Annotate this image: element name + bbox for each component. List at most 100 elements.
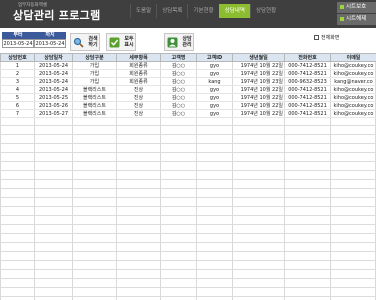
table-cell[interactable]: 000-7412-8521 (284, 69, 331, 78)
table-cell[interactable]: 3 (0, 77, 35, 86)
column-header[interactable]: 상담일자 (34, 53, 73, 62)
search-button[interactable]: 검색 하기 (70, 33, 100, 51)
nav-item-help[interactable]: 도움말 (130, 4, 156, 18)
table-cell[interactable]: 가입 (72, 69, 117, 78)
table-cell[interactable]: 김○○ (160, 61, 197, 70)
table-cell[interactable]: 진상 (116, 85, 161, 94)
consult-manage-button-label: 상담 관리 (182, 36, 192, 48)
table-cell[interactable]: 2 (0, 69, 35, 78)
table-cell[interactable]: kiho@coukey.co (330, 93, 376, 102)
table-cell[interactable]: 2013-05-26 (34, 101, 73, 110)
table-cell[interactable]: kiho@coukey.co (330, 85, 376, 94)
fullscreen-toggle[interactable]: 전체화면 (314, 34, 339, 41)
table-cell[interactable]: 2013-05-24 (34, 69, 73, 78)
table-cell[interactable]: 1974년 10월 23일 (232, 77, 285, 86)
table-cell[interactable]: gyo (196, 85, 233, 94)
table-cell[interactable]: 블랙리스트 (72, 109, 117, 118)
table-cell[interactable]: 000-7412-8521 (284, 61, 331, 70)
lock-icon (340, 4, 344, 9)
table-row[interactable]: 4 2013-05-24 블랙리스트 진상 김○○ gyo 1974년 10월 … (0, 85, 376, 94)
fullscreen-label: 전체화면 (321, 35, 340, 41)
table-cell[interactable]: 7 (0, 109, 35, 118)
table-cell[interactable]: 김○○ (160, 69, 197, 78)
table-cell[interactable]: 000-9632-8523 (284, 77, 331, 86)
table-row[interactable]: 5 2013-05-25 블랙리스트 진상 김○○ gyo 1974년 10월 … (0, 93, 376, 102)
table-cell[interactable]: gyo (196, 61, 233, 70)
column-header[interactable]: 상담번호 (0, 53, 35, 62)
column-header[interactable]: 고객ID (196, 53, 233, 62)
table-row[interactable]: 2 2013-05-24 가입 회원종류 김○○ gyo 1974년 10월 2… (0, 69, 376, 78)
table-cell[interactable]: 블랙리스트 (72, 85, 117, 94)
table-header-row: 상담번호 상담일자 상담구분 세부항목 고객명 고객ID 생년월일 전화번호 이… (0, 53, 376, 62)
table-cell[interactable]: 2013-05-27 (34, 109, 73, 118)
table-cell[interactable]: kiho@coukey.co (330, 101, 376, 110)
column-header[interactable]: 전화번호 (284, 53, 331, 62)
table-cell[interactable]: kiho@coukey.co (330, 69, 376, 78)
show-all-button[interactable]: 모두 표시 (106, 33, 136, 51)
table-cell[interactable]: gyo (196, 101, 233, 110)
table-cell[interactable]: 5 (0, 93, 35, 102)
date-to-field[interactable]: 2013-05-24 (34, 39, 66, 48)
table-cell[interactable]: 2013-05-24 (34, 77, 73, 86)
table-cell[interactable]: 진상 (116, 109, 161, 118)
table-cell[interactable]: 000-7412-8521 (284, 85, 331, 94)
sheet-unprotect-button[interactable]: 시트해제 (337, 14, 376, 25)
table-cell[interactable]: 2013-05-24 (34, 85, 73, 94)
sheet-protect-button[interactable]: 시트보호 (337, 2, 376, 13)
fullscreen-checkbox[interactable] (314, 35, 319, 40)
table-cell[interactable]: 블랙리스트 (72, 93, 117, 102)
table-cell[interactable]: 1974년 10월 22일 (232, 93, 285, 102)
table-cell[interactable]: 2013-05-24 (34, 61, 73, 70)
column-header[interactable]: 세부항목 (116, 53, 161, 62)
nav-item-consult-history[interactable]: 상담내역 (218, 4, 250, 18)
table-cell[interactable]: 1974년 10월 22일 (232, 85, 285, 94)
table-cell[interactable]: 가입 (72, 77, 117, 86)
table-cell[interactable]: kiho@coukey.co (330, 61, 376, 70)
consult-manage-button[interactable]: 상담 관리 (164, 33, 194, 51)
table-cell[interactable]: 2013-05-25 (34, 93, 73, 102)
table-cell[interactable]: kiho@coukey.co (330, 109, 376, 118)
table-row[interactable]: 7 2013-05-27 블랙리스트 진상 김○○ gyo 1974년 10월 … (0, 109, 376, 118)
column-header[interactable]: 이메일 (330, 53, 376, 62)
column-header[interactable]: 생년월일 (232, 53, 285, 62)
table-cell[interactable]: 1974년 10월 22일 (232, 61, 285, 70)
table-cell[interactable]: 김○○ (160, 85, 197, 94)
table-cell[interactable]: 진상 (116, 93, 161, 102)
column-header[interactable]: 고객명 (160, 53, 197, 62)
table-cell[interactable]: 1974년 10월 22일 (232, 109, 285, 118)
table-cell[interactable]: 회원종류 (116, 61, 161, 70)
table-row[interactable]: 3 2013-05-24 가입 회원종류 김○○ kang 1974년 10월 … (0, 77, 376, 86)
table-row[interactable]: 1 2013-05-24 가입 회원종류 김○○ gyo 1974년 10월 2… (0, 61, 376, 70)
table-cell[interactable]: 000-7412-8521 (284, 109, 331, 118)
nav-item-basic-status[interactable]: 기본현황 (187, 4, 218, 18)
table-cell[interactable]: 000-7412-8521 (284, 101, 331, 110)
table-cell[interactable]: 1974년 10월 22일 (232, 69, 285, 78)
table-cell[interactable]: 회원종류 (116, 69, 161, 78)
date-to: 까지 2013-05-24 (34, 32, 66, 48)
nav-item-consult-list[interactable]: 상담목록 (156, 4, 187, 18)
nav-item-consult-status[interactable]: 상담현황 (249, 4, 281, 18)
table-cell[interactable]: kang@naver.co (330, 77, 376, 86)
table-cell[interactable]: 김○○ (160, 77, 197, 86)
table-cell[interactable]: 회원종류 (116, 77, 161, 86)
date-from-field[interactable]: 2013-05-24 (2, 39, 34, 48)
table-cell[interactable]: 김○○ (160, 93, 197, 102)
table-row[interactable]: 6 2013-05-26 블랙리스트 진상 김○○ gyo 1974년 10월 … (0, 101, 376, 110)
table-cell[interactable]: 가입 (72, 61, 117, 70)
table-cell[interactable]: 1 (0, 61, 35, 70)
table-cell[interactable]: 6 (0, 101, 35, 110)
table-cell[interactable]: kang (196, 77, 233, 86)
table-cell[interactable]: 김○○ (160, 101, 197, 110)
table-cell[interactable]: 000-7412-8521 (284, 93, 331, 102)
table-cell[interactable]: 진상 (116, 101, 161, 110)
table-cell[interactable]: gyo (196, 69, 233, 78)
show-all-button-label: 모두 표시 (124, 36, 134, 48)
table-cell[interactable]: 김○○ (160, 109, 197, 118)
table-cell[interactable]: gyo (196, 93, 233, 102)
table-cell[interactable]: 4 (0, 85, 35, 94)
table-cell[interactable]: 1974년 10월 22일 (232, 101, 285, 110)
column-header[interactable]: 상담구분 (72, 53, 117, 62)
date-from-label: 부터 (2, 32, 34, 39)
table-cell[interactable]: gyo (196, 109, 233, 118)
table-cell[interactable]: 블랙리스트 (72, 101, 117, 110)
